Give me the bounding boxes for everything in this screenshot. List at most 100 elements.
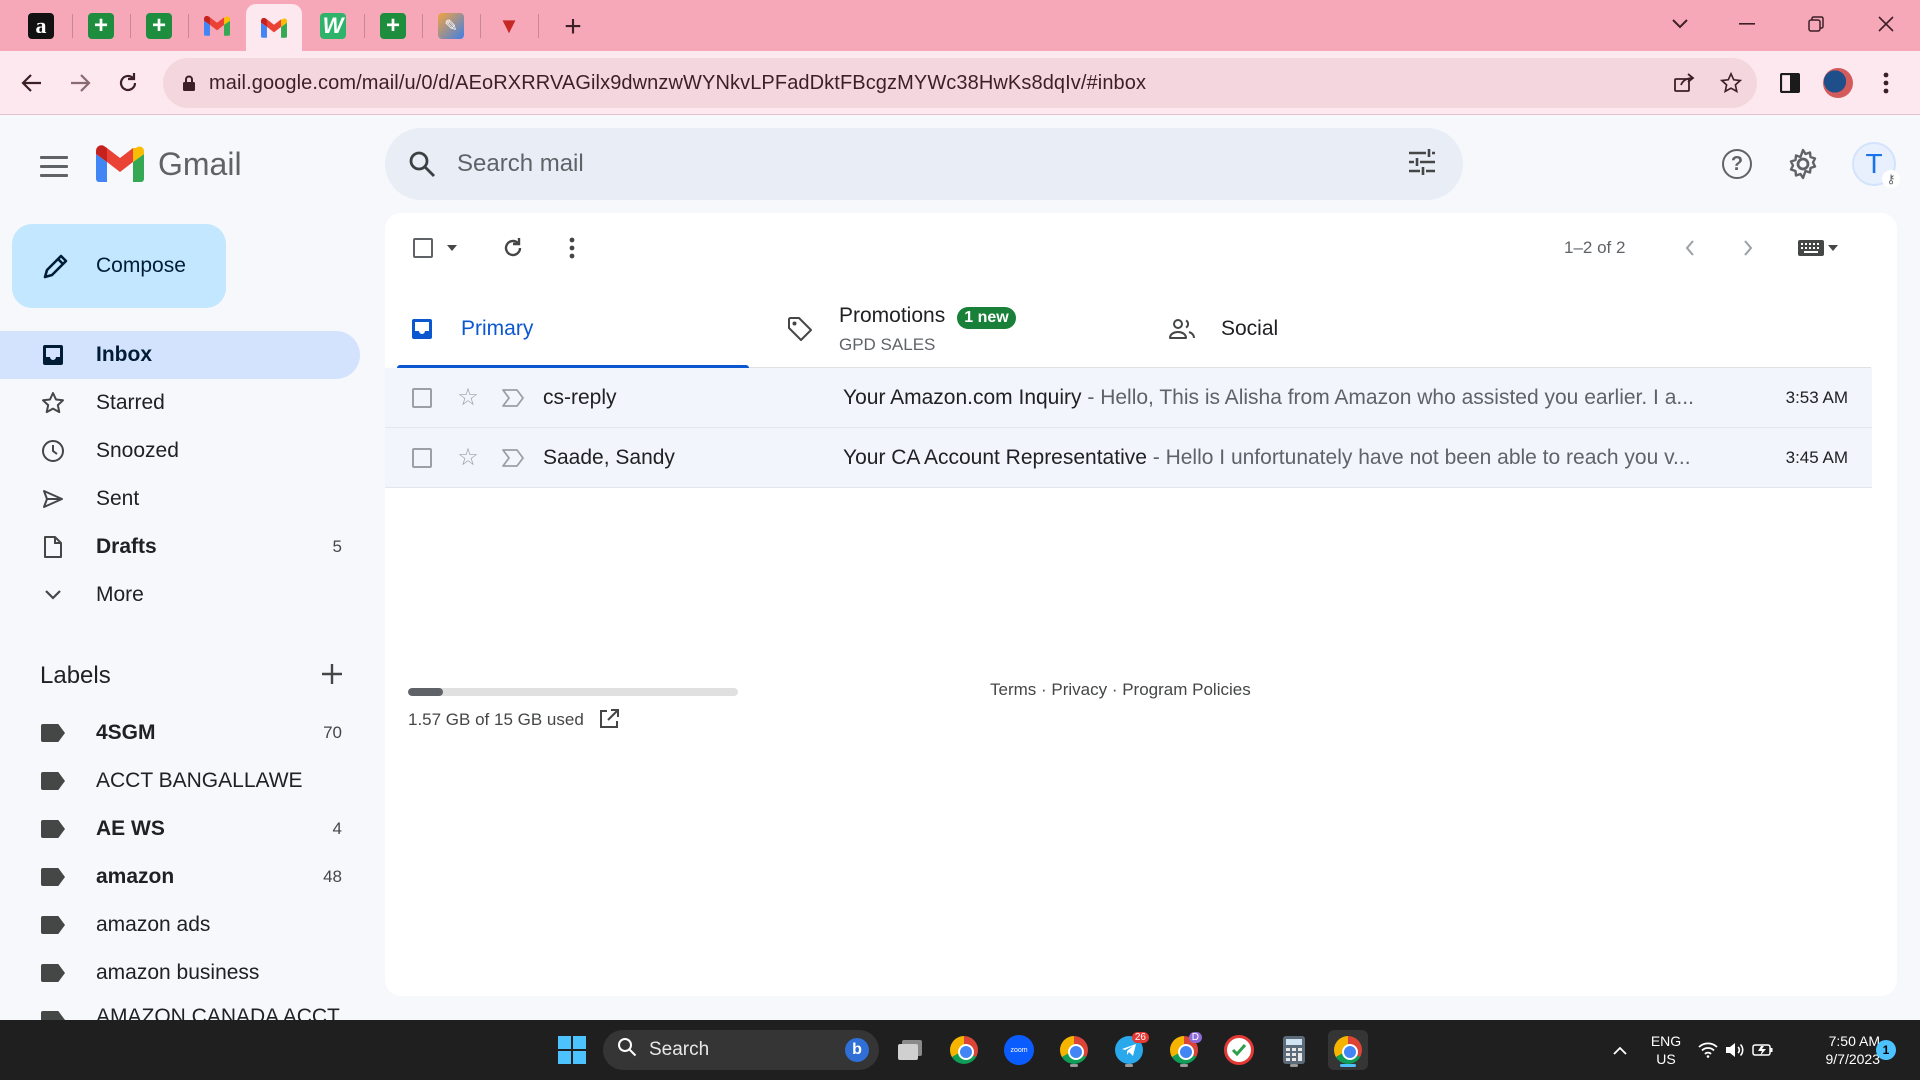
pagination-text: 1–2 of 2 xyxy=(1564,238,1626,257)
chevron-left-icon[interactable] xyxy=(1674,232,1706,264)
taskbar-search[interactable]: Search b xyxy=(603,1030,879,1070)
create-label-button[interactable] xyxy=(316,658,348,690)
settings-gear-icon[interactable] xyxy=(1783,144,1823,184)
tab-amazon[interactable]: a xyxy=(14,7,68,45)
calculator-icon[interactable] xyxy=(1274,1030,1314,1070)
sidebar-item-label: Inbox xyxy=(96,343,152,366)
email-snippet: - Hello, This is Alisha from Amazon who … xyxy=(1081,385,1694,409)
sidebar-item-snoozed[interactable]: Snoozed xyxy=(0,427,360,475)
clock[interactable]: 7:50 AM 9/7/2023 xyxy=(1790,1032,1881,1068)
zoom-icon[interactable]: zoom xyxy=(999,1030,1039,1070)
sidebar-item-more[interactable]: More xyxy=(0,571,360,619)
new-tab-button[interactable]: + xyxy=(556,10,590,44)
label-item[interactable]: amazon 48 xyxy=(0,853,360,901)
label-item[interactable]: ACCT BANGALLAWE xyxy=(0,757,360,805)
show-hidden-icons-chevron-icon[interactable] xyxy=(1600,1030,1640,1070)
windows-start-icon[interactable] xyxy=(552,1030,592,1070)
tab-triangle-app[interactable]: ▼ xyxy=(482,7,536,45)
sidebar-item-starred[interactable]: Starred xyxy=(0,379,360,427)
chrome-active-taskbar-icon[interactable] xyxy=(1328,1030,1368,1070)
help-icon[interactable]: ? xyxy=(1717,144,1757,184)
tab-search-chevron-icon[interactable] xyxy=(1660,6,1700,42)
storage-usage-text: 1.57 GB of 15 GB used xyxy=(408,710,584,729)
label-count: 48 xyxy=(323,867,342,886)
close-window-button[interactable] xyxy=(1866,6,1906,42)
label-tag-icon xyxy=(38,958,68,988)
label-item[interactable]: AE WS 4 xyxy=(0,805,360,853)
search-options-icon[interactable] xyxy=(1407,148,1441,180)
row-checkbox[interactable] xyxy=(412,387,432,408)
refresh-icon[interactable] xyxy=(497,232,529,264)
star-icon[interactable]: ☆ xyxy=(455,384,481,411)
telegram-badge: 26 xyxy=(1131,1032,1149,1043)
tab-promotions[interactable]: Promotions 1 new GPD SALES xyxy=(785,290,1145,368)
footer-links[interactable]: Terms · Privacy · Program Policies xyxy=(990,680,1251,700)
tab-sheets-1[interactable]: + xyxy=(74,7,128,45)
browser-tab-bar: a + + W + ✎ ▼ + xyxy=(0,0,1920,51)
chrome-taskbar-icon[interactable] xyxy=(944,1030,984,1070)
tab-pen-app[interactable]: ✎ xyxy=(424,7,478,45)
more-options-icon[interactable] xyxy=(556,232,588,264)
lock-icon xyxy=(181,75,197,91)
reload-button[interactable] xyxy=(110,65,146,101)
task-view-icon[interactable] xyxy=(890,1030,930,1070)
label-tag-icon xyxy=(38,862,68,892)
bookmark-star-icon[interactable] xyxy=(1718,70,1744,96)
keyboard-dropdown-icon[interactable] xyxy=(1819,232,1847,264)
forward-button[interactable] xyxy=(62,65,98,101)
gmail-logo[interactable]: Gmail xyxy=(96,145,242,183)
system-tray-status[interactable] xyxy=(1694,1030,1778,1070)
compose-button[interactable]: Compose xyxy=(12,224,226,308)
url-omnibox[interactable]: mail.google.com/mail/u/0/d/AEoRXRRVAGilx… xyxy=(163,58,1757,108)
search-bar[interactable]: Search mail xyxy=(385,128,1463,200)
w-app-icon: W xyxy=(320,13,346,39)
important-marker-icon[interactable] xyxy=(501,388,525,408)
tab-w-app[interactable]: W xyxy=(306,7,360,45)
label-item[interactable]: amazon ads xyxy=(0,901,360,949)
label-item[interactable]: 4SGM 70 xyxy=(0,709,360,757)
tab-separator xyxy=(72,14,73,38)
row-checkbox[interactable] xyxy=(412,447,432,468)
open-external-icon[interactable] xyxy=(598,708,622,732)
chrome-profile-d-icon[interactable]: D xyxy=(1164,1030,1204,1070)
checkmark-app-icon[interactable] xyxy=(1219,1030,1259,1070)
label-tag-icon xyxy=(38,910,68,940)
label-item[interactable]: amazon business xyxy=(0,949,360,997)
star-icon[interactable]: ☆ xyxy=(455,444,481,471)
select-all-checkbox[interactable] xyxy=(407,232,439,264)
minimize-button[interactable] xyxy=(1727,6,1767,42)
chrome-profile-taskbar-icon[interactable] xyxy=(1054,1030,1094,1070)
tab-primary[interactable]: Primary xyxy=(397,290,749,369)
notifications-button[interactable]: 1 xyxy=(1874,1030,1898,1070)
email-row[interactable]: ☆ Saade, Sandy Your CA Account Represent… xyxy=(385,428,1872,488)
email-subject-text: Your CA Account Representative xyxy=(843,445,1147,469)
important-marker-icon[interactable] xyxy=(501,448,525,468)
gmail-icon xyxy=(261,17,287,38)
email-row[interactable]: ☆ cs-reply Your Amazon.com Inquiry - Hel… xyxy=(385,368,1872,428)
input-language[interactable]: ENG US xyxy=(1648,1032,1684,1068)
search-icon[interactable] xyxy=(405,147,439,181)
back-button[interactable] xyxy=(14,65,50,101)
side-panel-icon[interactable] xyxy=(1772,65,1808,101)
tab-sheets-3[interactable]: + xyxy=(366,7,420,45)
chrome-menu-icon[interactable] xyxy=(1868,65,1904,101)
search-input[interactable]: Search mail xyxy=(457,150,584,178)
tab-sheets-2[interactable]: + xyxy=(132,7,186,45)
main-menu-button[interactable] xyxy=(34,146,74,186)
chevron-right-icon[interactable] xyxy=(1732,232,1764,264)
sidebar-item-drafts[interactable]: Drafts 5 xyxy=(0,523,360,571)
restore-button[interactable] xyxy=(1796,6,1836,42)
sidebar-item-inbox[interactable]: Inbox xyxy=(0,331,360,379)
star-icon xyxy=(38,388,68,418)
volume-icon xyxy=(1726,1043,1744,1057)
telegram-icon[interactable]: 26 xyxy=(1109,1030,1149,1070)
tab-gmail-active[interactable] xyxy=(246,4,302,51)
share-icon[interactable] xyxy=(1671,70,1697,96)
tab-separator xyxy=(538,14,539,38)
label-item[interactable]: AMAZON CANADA ACCT xyxy=(0,997,360,1020)
profile-avatar[interactable] xyxy=(1820,65,1856,101)
tab-gmail-1[interactable] xyxy=(190,7,244,45)
sidebar-item-sent[interactable]: Sent xyxy=(0,475,360,523)
tab-social[interactable]: Social xyxy=(1167,290,1527,368)
select-dropdown-icon[interactable] xyxy=(438,232,466,264)
